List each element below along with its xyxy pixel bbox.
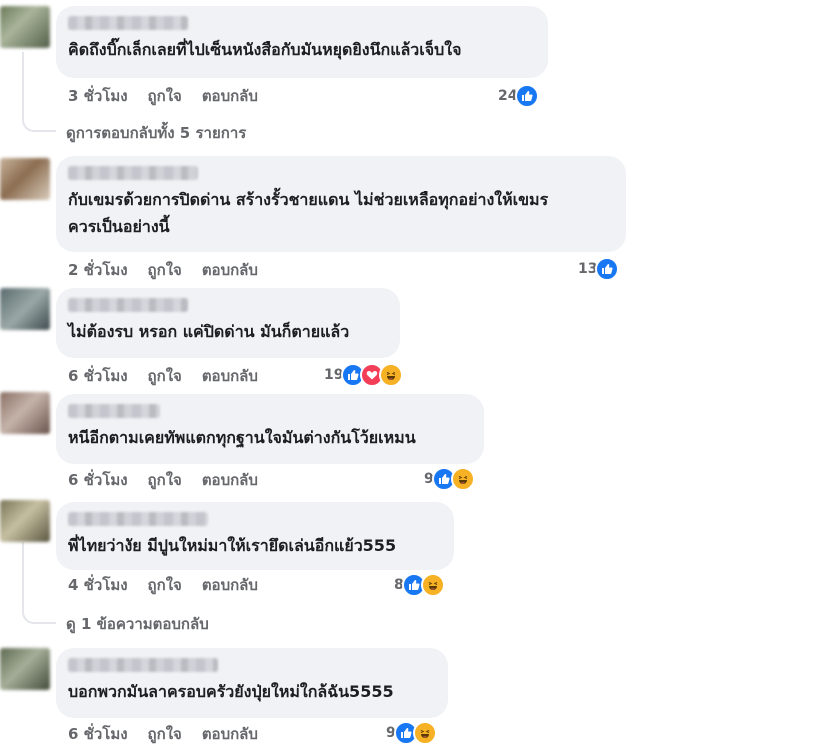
comment-actions: 6 ชั่วโมง ถูกใจ ตอบกลับ <box>68 364 258 388</box>
thread-connector <box>22 118 56 132</box>
like-button[interactable]: ถูกใจ <box>148 468 182 492</box>
reply-button[interactable]: ตอบกลับ <box>202 573 258 597</box>
timestamp[interactable]: 3 ชั่วโมง <box>68 84 128 108</box>
like-button[interactable]: ถูกใจ <box>148 722 182 746</box>
avatar[interactable] <box>0 6 50 48</box>
reply-button[interactable]: ตอบกลับ <box>202 722 258 746</box>
like-button[interactable]: ถูกใจ <box>148 573 182 597</box>
commenter-name[interactable] <box>68 16 188 30</box>
reply-button[interactable]: ตอบกลับ <box>202 84 258 108</box>
avatar[interactable] <box>0 158 50 200</box>
comment-text: กับเขมรด้วยการปิดด่าน สร้างรั้วชายแดน ไม… <box>68 190 549 209</box>
timestamp[interactable]: 6 ชั่วโมง <box>68 722 128 746</box>
comment-actions: 6 ชั่วโมง ถูกใจ ตอบกลับ <box>68 722 258 746</box>
reply-button[interactable]: ตอบกลับ <box>202 364 258 388</box>
commenter-name[interactable] <box>68 658 218 672</box>
comment-text: บอกพวกมันลาครอบครัวยังปุ่ยใหม่ใกล้ฉัน555… <box>68 682 394 701</box>
timestamp[interactable]: 4 ชั่วโมง <box>68 573 128 597</box>
comment-text: หนีอีกตามเคยทัพแตกทุกฐานใจมันต่างกันโว้ย… <box>68 428 416 447</box>
reaction-summary[interactable]: 19 <box>324 363 404 387</box>
comment-text: พี่ไทยว่างัย มีปูนใหม่มาให้เรายึดเล่นอีก… <box>68 536 397 555</box>
reply-button[interactable]: ตอบกลับ <box>202 468 258 492</box>
comment-bubble: หนีอีกตามเคยทัพแตกทุกฐานใจมันต่างกันโว้ย… <box>56 394 484 464</box>
comment-actions: 6 ชั่วโมง ถูกใจ ตอบกลับ <box>68 468 258 492</box>
timestamp[interactable]: 6 ชั่วโมง <box>68 364 128 388</box>
haha-icon <box>379 363 404 387</box>
reaction-summary[interactable]: 24 <box>498 84 540 108</box>
comment-bubble: ไม่ต้องรบ หรอก แค่ปิดด่าน มันก็ตายแล้ว <box>56 288 400 358</box>
reaction-summary[interactable]: 13 <box>578 257 620 281</box>
view-replies-link[interactable]: ดู 1 ข้อความตอบกลับ <box>66 612 209 636</box>
haha-icon <box>450 467 475 491</box>
reaction-summary[interactable]: 9 <box>386 721 437 745</box>
commenter-name[interactable] <box>68 512 208 526</box>
avatar[interactable] <box>0 288 50 330</box>
commenter-name[interactable] <box>68 298 188 312</box>
comment-bubble: บอกพวกมันลาครอบครัวยังปุ่ยใหม่ใกล้ฉัน555… <box>56 648 448 718</box>
commenter-name[interactable] <box>68 166 198 180</box>
avatar[interactable] <box>0 500 50 542</box>
timestamp[interactable]: 2 ชั่วโมง <box>68 258 128 282</box>
thread-connector <box>22 610 56 624</box>
avatar[interactable] <box>0 648 50 690</box>
reaction-summary[interactable]: 8 <box>394 573 445 597</box>
comment-bubble: พี่ไทยว่างัย มีปูนใหม่มาให้เรายึดเล่นอีก… <box>56 502 454 570</box>
thread-line <box>22 542 24 610</box>
view-replies-link[interactable]: ดูการตอบกลับทั้ง 5 รายการ <box>66 121 246 145</box>
commenter-name[interactable] <box>68 404 160 418</box>
haha-icon <box>412 721 437 745</box>
like-button[interactable]: ถูกใจ <box>148 84 182 108</box>
comment-bubble: กับเขมรด้วยการปิดด่าน สร้างรั้วชายแดน ไม… <box>56 156 626 252</box>
comment-actions: 3 ชั่วโมง ถูกใจ ตอบกลับ <box>68 84 258 108</box>
reply-button[interactable]: ตอบกลับ <box>202 258 258 282</box>
comment-actions: 4 ชั่วโมง ถูกใจ ตอบกลับ <box>68 573 258 597</box>
like-button[interactable]: ถูกใจ <box>148 364 182 388</box>
haha-icon <box>420 573 445 597</box>
comment-text: คิดถึงบิ๊กเล็กเลยที่ไปเซ็นหนังสือกับมันห… <box>68 40 462 59</box>
timestamp[interactable]: 6 ชั่วโมง <box>68 468 128 492</box>
comment-text: ควรเป็นอย่างนี้ <box>68 217 170 236</box>
like-icon <box>515 84 540 108</box>
thread-line <box>22 52 24 118</box>
avatar[interactable] <box>0 392 50 434</box>
comment-bubble: คิดถึงบิ๊กเล็กเลยที่ไปเซ็นหนังสือกับมันห… <box>56 6 548 78</box>
reaction-summary[interactable]: 9 <box>424 467 475 491</box>
like-button[interactable]: ถูกใจ <box>148 258 182 282</box>
like-icon <box>595 257 620 281</box>
comment-actions: 2 ชั่วโมง ถูกใจ ตอบกลับ <box>68 258 258 282</box>
comment-text: ไม่ต้องรบ หรอก แค่ปิดด่าน มันก็ตายแล้ว <box>68 322 350 341</box>
